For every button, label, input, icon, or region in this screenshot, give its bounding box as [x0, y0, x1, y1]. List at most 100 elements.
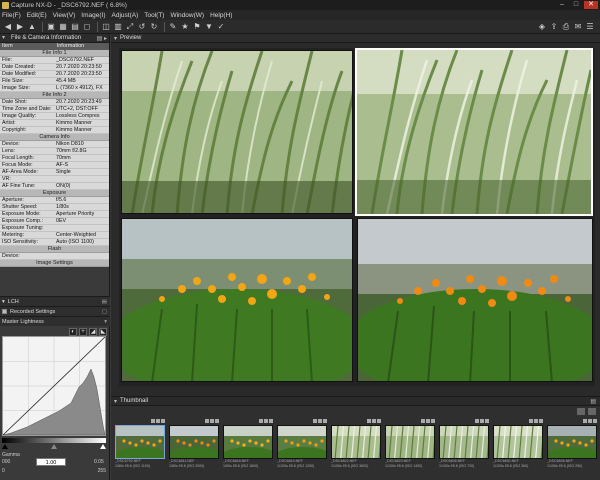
thumbnail-item[interactable]: _DSC6826.NEF 1/100s f/5.6 (ISO 720)	[439, 419, 489, 475]
info-row: Exposure Tuning:	[0, 225, 109, 232]
panel-menu-icon[interactable]: ▤ ▸	[97, 35, 107, 42]
menu-tool[interactable]: Tool(T)	[144, 12, 164, 19]
preview-image-2-selected[interactable]	[355, 48, 593, 216]
white-point-icon[interactable]: ◣	[99, 328, 107, 336]
collapse-icon[interactable]: ▾	[2, 299, 5, 305]
black-level-value: 000	[2, 459, 11, 465]
menu-window[interactable]: Window(W)	[170, 12, 204, 19]
add-point-icon[interactable]: +	[79, 328, 87, 336]
gradient-bar	[2, 438, 106, 443]
filter-icon[interactable]: ▼	[204, 22, 214, 32]
master-lightness-dropdown[interactable]: Master Lightness ▾	[0, 316, 110, 326]
info-key: AF-Area Mode:	[2, 169, 38, 175]
rotate-right-icon[interactable]: ↻	[149, 22, 159, 32]
collapse-icon[interactable]: ▾	[114, 35, 117, 42]
thumbnail-image[interactable]	[169, 425, 219, 459]
thumb-size-small-icon[interactable]	[577, 407, 585, 415]
info-key: File Size:	[2, 78, 24, 84]
rating-star-icon[interactable]: ★	[180, 22, 190, 32]
collapse-icon[interactable]: ▾	[114, 398, 117, 405]
info-panel-header[interactable]: ▾ File & Camera Information ▤ ▸	[0, 34, 109, 43]
menu-help[interactable]: Help(H)	[210, 12, 232, 19]
output-levels: 0 255	[2, 468, 108, 476]
menu-edit[interactable]: Edit(E)	[27, 12, 47, 19]
menu-file[interactable]: File(F)	[2, 12, 21, 19]
slider-handles[interactable]	[2, 444, 106, 449]
back-icon[interactable]: ◀	[3, 22, 13, 32]
preview-image-3[interactable]	[121, 218, 353, 382]
thumbnail-item[interactable]: _DSC6792.NEF 1/80s f/5.6 (ISO 1100)	[115, 419, 165, 475]
info-section-header[interactable]: Camera Info	[0, 134, 109, 141]
curve-graph[interactable]	[2, 336, 106, 436]
menu-view[interactable]: View(V)	[53, 12, 76, 19]
col-item: Item	[2, 43, 13, 49]
thumbnail-image[interactable]	[277, 425, 327, 459]
gamma-input[interactable]: 1.00	[36, 458, 66, 466]
rotate-left-icon[interactable]: ↺	[137, 22, 147, 32]
info-section-header[interactable]: Image Settings	[0, 260, 109, 267]
info-section-header[interactable]: Exposure	[0, 190, 109, 197]
lch-panel-header[interactable]: ▾ LCH ▤	[0, 296, 110, 306]
thumbnail-image[interactable]	[439, 425, 489, 459]
close-button[interactable]: ✕	[584, 1, 598, 9]
grid-icon[interactable]: ▦	[58, 22, 68, 32]
info-key: Focal Length:	[2, 155, 35, 161]
black-point-icon[interactable]: ◢	[89, 328, 97, 336]
recorded-settings-checkbox[interactable]	[2, 309, 7, 314]
mail-icon[interactable]: ✉	[573, 22, 583, 32]
preview-image-1[interactable]	[121, 50, 353, 214]
level-sliders[interactable]	[2, 444, 106, 449]
panel-menu-icon[interactable]: ▤	[102, 299, 107, 305]
lightness-curve-editor[interactable]	[2, 336, 106, 436]
contrast-icon[interactable]: ◐	[69, 328, 77, 336]
folder-icon[interactable]: ▤	[70, 22, 80, 32]
collapse-icon[interactable]: ▾	[2, 35, 8, 41]
nx-studio-icon[interactable]: ◈	[537, 22, 547, 32]
thumbnail-item[interactable]: _DSC6818.NEF 1/60s f/5.6 (ISO 1600)	[223, 419, 273, 475]
reset-icon[interactable]: ▢	[102, 309, 107, 315]
panel-menu-icon[interactable]: ▤	[590, 398, 596, 405]
thumbnail-image[interactable]	[115, 425, 165, 459]
fullscreen-icon[interactable]: ⤢	[125, 22, 135, 32]
single-view-icon[interactable]: ◻	[82, 22, 92, 32]
thumbnail-image[interactable]	[493, 425, 543, 459]
pick-icon[interactable]: ✓	[216, 22, 226, 32]
menu-image[interactable]: Image(I)	[81, 12, 105, 19]
export-icon[interactable]: ⇪	[549, 22, 559, 32]
preview-header: ▾ Preview	[111, 34, 600, 43]
menu-adjust[interactable]: Adjust(A)	[112, 12, 139, 19]
thumbnail-image[interactable]	[547, 425, 597, 459]
info-section-header[interactable]: File Info 1	[0, 50, 109, 57]
thumbnail-exposure: 1/100s f/5.6 (ISO 3600)	[331, 464, 369, 468]
print-icon[interactable]: ⎙	[561, 22, 571, 32]
forward-icon[interactable]: ▶	[15, 22, 25, 32]
thumbnail-item[interactable]: _DSC6832.NEF 1/100s f/5.6 (ISO 360)	[493, 419, 543, 475]
info-key: Aperture:	[2, 197, 24, 203]
chevron-down-icon[interactable]: ▾	[104, 319, 107, 325]
recorded-settings-row[interactable]: Recorded Settings ▢	[0, 306, 110, 316]
thumbnail-image[interactable]	[331, 425, 381, 459]
thumbnail-image[interactable]	[385, 425, 435, 459]
status-icon	[205, 419, 209, 423]
thumb-size-large-icon[interactable]	[588, 407, 596, 415]
status-icon	[485, 419, 489, 423]
label-icon[interactable]: ⚑	[192, 22, 202, 32]
info-section-header[interactable]: Flash	[0, 246, 109, 253]
info-section-header[interactable]: File Info 2	[0, 92, 109, 99]
straighten-icon[interactable]: ✎	[168, 22, 178, 32]
minimize-button[interactable]: –	[556, 1, 568, 9]
status-icon	[269, 419, 273, 423]
thumbnail-item[interactable]: _DSC6836.NEF 1/100s f/5.6 (ISO 250)	[547, 419, 597, 475]
up-icon[interactable]: ▲	[27, 22, 37, 32]
thumbnail-image[interactable]	[223, 425, 273, 459]
compare-icon[interactable]: ◫	[101, 22, 111, 32]
thumbnail-item[interactable]: _DSC6819.NEF 1/100s f/5.6 (ISO 1250)	[277, 419, 327, 475]
preview-image-4[interactable]	[357, 218, 593, 382]
thumbnail-item[interactable]: _DSC6822.NEF 1/100s f/5.6 (ISO 3600)	[331, 419, 381, 475]
list-icon[interactable]: ☰	[585, 22, 595, 32]
maximize-button[interactable]: □	[570, 1, 582, 9]
browse-icon[interactable]: ▣	[46, 22, 56, 32]
thumbnail-item[interactable]: _DSC6811.NEF 1/80s f/5.6 (ISO 2000)	[169, 419, 219, 475]
filmstrip-icon[interactable]: ▥	[113, 22, 123, 32]
thumbnail-item[interactable]: _DSC6823.NEF 1/100s f/5.6 (ISO 1400)	[385, 419, 435, 475]
